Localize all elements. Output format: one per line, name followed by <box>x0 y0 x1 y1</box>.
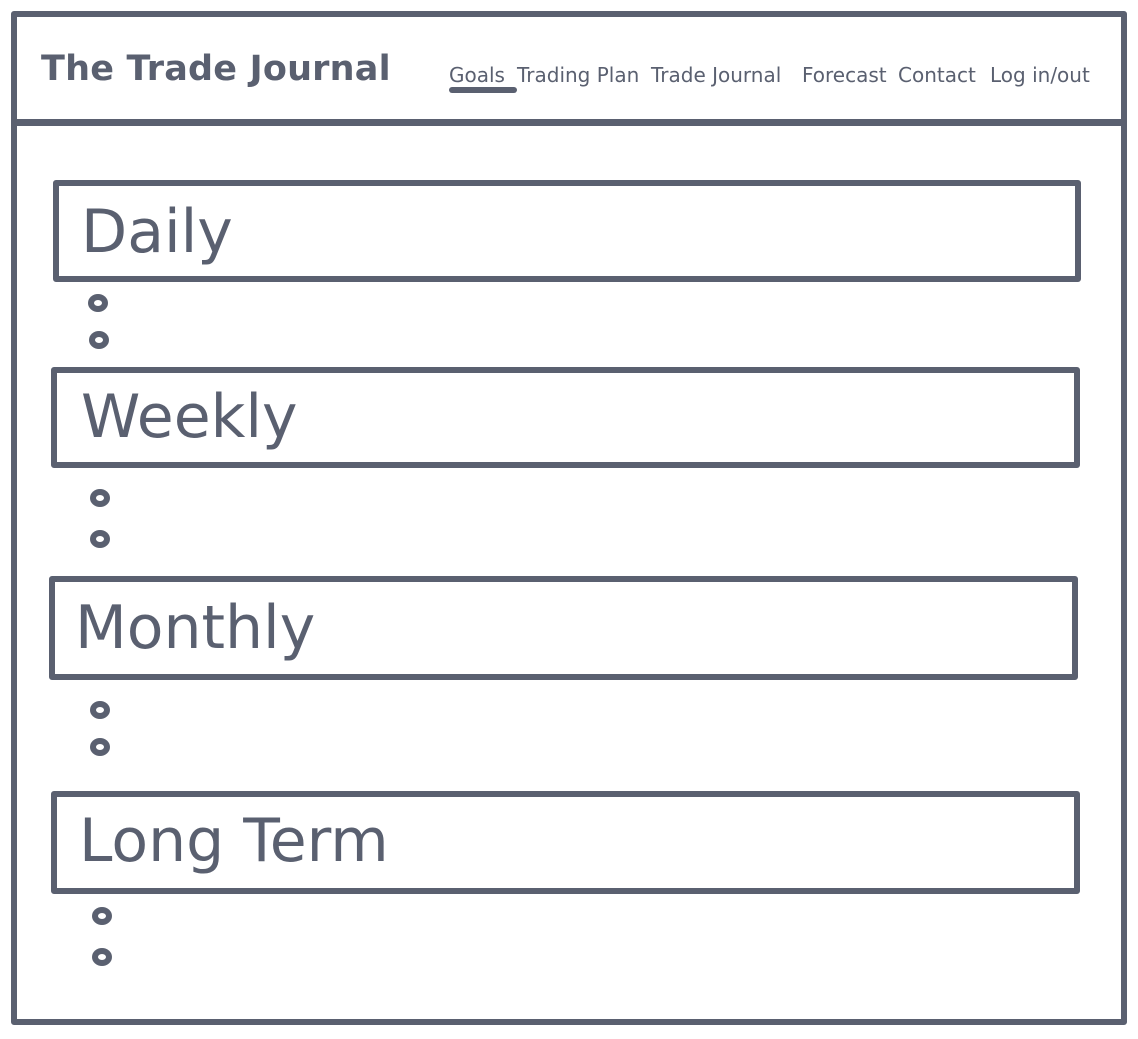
nav-goals[interactable]: Goals <box>449 65 505 85</box>
section-monthly: Monthly <box>49 576 1078 680</box>
section-title-long-term: Long Term <box>79 806 389 876</box>
bullet-point <box>90 530 110 548</box>
bullet-point <box>89 331 109 349</box>
nav-trading-plan[interactable]: Trading Plan <box>517 65 639 85</box>
nav-active-indicator <box>449 87 517 93</box>
bullet-point <box>90 489 110 507</box>
section-title-daily: Daily <box>81 197 233 267</box>
bullet-point <box>92 907 112 925</box>
bullet-point <box>88 294 108 312</box>
section-long-term: Long Term <box>51 791 1080 894</box>
site-title[interactable]: The Trade Journal <box>41 52 391 87</box>
app-frame: The Trade Journal Goals Trading Plan Tra… <box>11 11 1127 1025</box>
bullet-point <box>92 948 112 966</box>
section-daily: Daily <box>53 180 1081 282</box>
nav-forecast[interactable]: Forecast <box>802 65 887 85</box>
nav-trade-journal[interactable]: Trade Journal <box>651 65 781 85</box>
bullet-point <box>90 701 110 719</box>
section-title-monthly: Monthly <box>75 593 316 663</box>
bullet-point <box>90 738 110 756</box>
section-title-weekly: Weekly <box>81 382 298 452</box>
nav-contact[interactable]: Contact <box>898 65 976 85</box>
section-weekly: Weekly <box>51 367 1080 468</box>
nav-log-in-out[interactable]: Log in/out <box>990 65 1090 85</box>
header-bar: The Trade Journal Goals Trading Plan Tra… <box>17 17 1121 126</box>
